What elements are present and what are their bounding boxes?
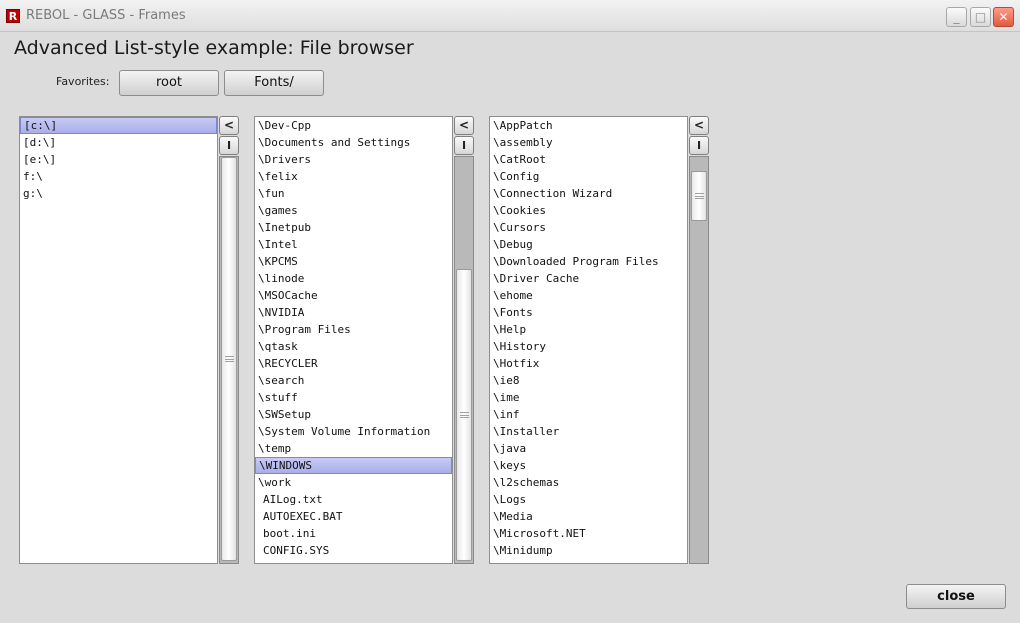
list-item[interactable]: \History bbox=[490, 338, 687, 355]
scroll-back-button[interactable]: < bbox=[219, 116, 239, 135]
list-item[interactable]: \search bbox=[255, 372, 452, 389]
page-title: Advanced List-style example: File browse… bbox=[14, 37, 414, 59]
list-item[interactable]: \Config bbox=[490, 168, 687, 185]
list-item[interactable]: \temp bbox=[255, 440, 452, 457]
list-item[interactable]: \RECYCLER bbox=[255, 355, 452, 372]
window-title: REBOL - GLASS - Frames bbox=[26, 8, 186, 23]
list-item[interactable]: \Cookies bbox=[490, 202, 687, 219]
list-item[interactable]: \Dev-Cpp bbox=[255, 117, 452, 134]
list-item[interactable]: AILog.txt bbox=[255, 491, 452, 508]
list-item[interactable]: \Downloaded Program Files bbox=[490, 253, 687, 270]
list-item[interactable]: \Connection Wizard bbox=[490, 185, 687, 202]
list-item[interactable]: g:\ bbox=[20, 185, 217, 202]
list-item[interactable]: \assembly bbox=[490, 134, 687, 151]
list-item[interactable]: \Minidump bbox=[490, 542, 687, 559]
list-item[interactable]: \Media bbox=[490, 508, 687, 525]
scroll-step-button[interactable]: I bbox=[689, 136, 709, 155]
list-item[interactable]: \CatRoot bbox=[490, 151, 687, 168]
grip-icon bbox=[460, 412, 469, 418]
list-item[interactable]: \ime bbox=[490, 389, 687, 406]
list-item[interactable]: \AppPatch bbox=[490, 117, 687, 134]
list-item[interactable]: \Installer bbox=[490, 423, 687, 440]
list-item[interactable]: \Help bbox=[490, 321, 687, 338]
scroll-thumb[interactable] bbox=[456, 269, 472, 561]
list-item[interactable]: [c:\] bbox=[20, 117, 217, 134]
grip-icon bbox=[225, 356, 234, 362]
scroll-track[interactable] bbox=[219, 156, 239, 564]
scroll-back-button[interactable]: < bbox=[454, 116, 474, 135]
list-item[interactable]: \MSOCache bbox=[255, 287, 452, 304]
list-item[interactable]: \SWSetup bbox=[255, 406, 452, 423]
maximize-button[interactable]: □ bbox=[970, 7, 991, 27]
scroll-track[interactable] bbox=[689, 156, 709, 564]
scroll-thumb[interactable] bbox=[221, 157, 237, 561]
close-button[interactable]: close bbox=[906, 584, 1006, 609]
close-icon: ✕ bbox=[998, 10, 1009, 24]
list-item[interactable]: \Driver Cache bbox=[490, 270, 687, 287]
grip-icon bbox=[695, 193, 704, 199]
minimize-icon: _ bbox=[953, 10, 960, 24]
list-item[interactable]: \System Volume Information bbox=[255, 423, 452, 440]
list-item[interactable]: \java bbox=[490, 440, 687, 457]
list-item[interactable]: [d:\] bbox=[20, 134, 217, 151]
maximize-icon: □ bbox=[974, 10, 987, 24]
list-item[interactable]: \Intel bbox=[255, 236, 452, 253]
list-item[interactable]: \work bbox=[255, 474, 452, 491]
list-item[interactable]: \stuff bbox=[255, 389, 452, 406]
list-item[interactable]: [e:\] bbox=[20, 151, 217, 168]
list-item[interactable]: \felix bbox=[255, 168, 452, 185]
list-item[interactable]: \l2schemas bbox=[490, 474, 687, 491]
scroll-step-button[interactable]: I bbox=[454, 136, 474, 155]
list-item[interactable]: \fun bbox=[255, 185, 452, 202]
list-item[interactable]: \Fonts bbox=[490, 304, 687, 321]
list-item[interactable]: AUTOEXEC.BAT bbox=[255, 508, 452, 525]
rebol-logo-icon: R bbox=[6, 9, 20, 23]
favorite-fonts-button[interactable]: Fonts/ bbox=[224, 70, 324, 96]
favorites-label: Favorites: bbox=[56, 75, 110, 88]
list-item[interactable]: \Debug bbox=[490, 236, 687, 253]
list-item[interactable]: \keys bbox=[490, 457, 687, 474]
subfolder-list[interactable]: \AppPatch \assembly \CatRoot \Config \Connec… bbox=[489, 116, 688, 564]
list-item[interactable]: boot.ini bbox=[255, 525, 452, 542]
list-item[interactable]: \NVIDIA bbox=[255, 304, 452, 321]
close-window-button[interactable]: ✕ bbox=[993, 7, 1014, 27]
folder-list-scrollbar[interactable]: < I bbox=[454, 116, 474, 564]
favorite-root-button[interactable]: root bbox=[119, 70, 219, 96]
list-item[interactable]: \Hotfix bbox=[490, 355, 687, 372]
list-item[interactable]: \Logs bbox=[490, 491, 687, 508]
scroll-thumb[interactable] bbox=[691, 171, 707, 221]
scroll-track[interactable] bbox=[454, 156, 474, 564]
list-item[interactable]: \Program Files bbox=[255, 321, 452, 338]
folder-list[interactable]: \Dev-Cpp \Documents and Settings \Drivers \… bbox=[254, 116, 453, 564]
list-item[interactable]: \games bbox=[255, 202, 452, 219]
list-item[interactable]: \Inetpub bbox=[255, 219, 452, 236]
minimize-button[interactable]: _ bbox=[946, 7, 967, 27]
list-item[interactable]: \WINDOWS bbox=[255, 457, 452, 474]
scroll-step-button[interactable]: I bbox=[219, 136, 239, 155]
list-item[interactable]: \inf bbox=[490, 406, 687, 423]
list-item[interactable]: \linode bbox=[255, 270, 452, 287]
drive-list[interactable]: [c:\] [d:\] [e:\] f:\ g:\ bbox=[19, 116, 218, 564]
list-item[interactable]: \ie8 bbox=[490, 372, 687, 389]
window-titlebar[interactable]: R REBOL - GLASS - Frames _ □ ✕ bbox=[0, 0, 1020, 32]
scroll-back-button[interactable]: < bbox=[689, 116, 709, 135]
list-item[interactable]: \Cursors bbox=[490, 219, 687, 236]
list-item[interactable]: \qtask bbox=[255, 338, 452, 355]
list-item[interactable]: f:\ bbox=[20, 168, 217, 185]
list-item[interactable]: \ehome bbox=[490, 287, 687, 304]
list-item[interactable]: \Microsoft.NET bbox=[490, 525, 687, 542]
list-item[interactable]: \Documents and Settings bbox=[255, 134, 452, 151]
drive-list-scrollbar[interactable]: < I bbox=[219, 116, 239, 564]
list-item[interactable]: \Drivers bbox=[255, 151, 452, 168]
list-item[interactable]: \KPCMS bbox=[255, 253, 452, 270]
list-item[interactable]: CONFIG.SYS bbox=[255, 542, 452, 559]
subfolder-list-scrollbar[interactable]: < I bbox=[689, 116, 709, 564]
